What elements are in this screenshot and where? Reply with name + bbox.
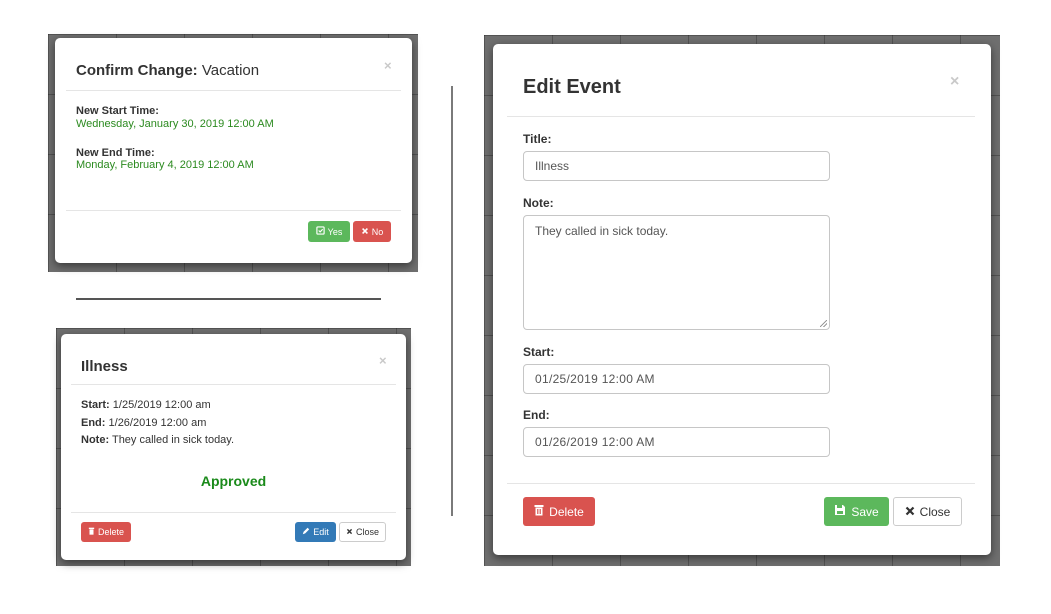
end-label: End:: [81, 417, 106, 429]
edit-footer-divider: [507, 483, 975, 484]
end-value: 1/26/2019 12:00 am: [108, 417, 207, 429]
start-datetime-input[interactable]: 01/25/2019 12:00 AM: [523, 364, 830, 394]
new-start-value: Wednesday, January 30, 2019 12:00 AM: [76, 118, 274, 130]
vertical-divider: [451, 86, 453, 516]
note-value: They called in sick today.: [111, 434, 235, 446]
confirm-title-name: Vacation: [201, 62, 260, 79]
delete-label: Delete: [549, 504, 584, 519]
title-field-label: Title:: [523, 132, 552, 146]
trash-icon: [534, 504, 544, 519]
times-icon: [346, 527, 353, 537]
note-field-label: Note:: [523, 196, 554, 210]
save-icon: [834, 504, 846, 519]
delete-label: Delete: [97, 527, 124, 537]
end-datetime-input[interactable]: 01/26/2019 12:00 AM: [523, 427, 830, 457]
delete-button[interactable]: Delete: [523, 497, 595, 526]
resize-handle-icon[interactable]: [820, 320, 827, 327]
note-label: Note:: [81, 434, 110, 446]
new-end-value: Monday, February 4, 2019 12:00 AM: [76, 159, 254, 171]
details-footer-divider: [71, 512, 396, 513]
confirm-modal-title: Confirm Change: Vacation: [76, 62, 259, 79]
start-label: Start:: [81, 399, 110, 411]
close-icon[interactable]: ×: [384, 58, 392, 73]
close-label: Close: [355, 527, 379, 537]
edit-event-modal: Edit Event × Title: Illness Note: They c…: [493, 44, 991, 555]
close-icon[interactable]: ×: [379, 353, 387, 368]
check-square-icon: [315, 226, 325, 237]
title-input[interactable]: Illness: [523, 151, 830, 181]
edit-header-divider: [507, 116, 975, 117]
details-end-row: End: 1/26/2019 12:00 am: [81, 417, 206, 429]
save-label: Save: [851, 504, 879, 519]
close-label: Close: [919, 504, 951, 519]
yes-button[interactable]: Yes: [308, 221, 350, 242]
save-button[interactable]: Save: [824, 497, 889, 526]
new-start-label: New Start Time:: [76, 105, 159, 117]
new-end-label: New End Time:: [76, 147, 155, 159]
edit-button[interactable]: Edit: [295, 522, 336, 542]
close-icon[interactable]: ×: [950, 73, 959, 91]
delete-button[interactable]: Delete: [81, 522, 131, 542]
close-button[interactable]: Close: [339, 522, 386, 542]
event-details-modal: Illness × Start: 1/25/2019 12:00 am End:…: [61, 334, 406, 560]
end-field-label: End:: [523, 408, 550, 422]
confirm-change-modal: Confirm Change: Vacation × New Start Tim…: [55, 38, 412, 263]
details-start-row: Start: 1/25/2019 12:00 am: [81, 399, 211, 411]
confirm-title-prefix: Confirm Change:: [76, 62, 198, 79]
times-icon: [361, 227, 369, 237]
horizontal-divider: [76, 298, 381, 300]
no-button[interactable]: No: [353, 221, 391, 242]
details-note-row: Note: They called in sick today.: [81, 434, 234, 446]
start-value: 1/25/2019 12:00 am: [112, 399, 211, 411]
close-button[interactable]: Close: [893, 497, 962, 526]
note-text: They called in sick today.: [535, 224, 669, 238]
start-field-label: Start:: [523, 345, 555, 359]
edit-modal-title: Edit Event: [523, 76, 621, 98]
edit-label: Edit: [313, 527, 329, 537]
note-textarea[interactable]: They called in sick today.: [523, 215, 830, 330]
trash-icon: [88, 527, 95, 537]
details-modal-title: Illness: [81, 358, 128, 375]
yes-label: Yes: [327, 226, 343, 237]
status-badge: Approved: [200, 473, 267, 489]
confirm-footer-divider: [66, 210, 401, 211]
no-label: No: [371, 226, 384, 237]
details-header-divider: [71, 384, 396, 385]
confirm-header-divider: [66, 90, 401, 91]
pencil-icon: [302, 527, 310, 537]
times-icon: [905, 505, 915, 519]
